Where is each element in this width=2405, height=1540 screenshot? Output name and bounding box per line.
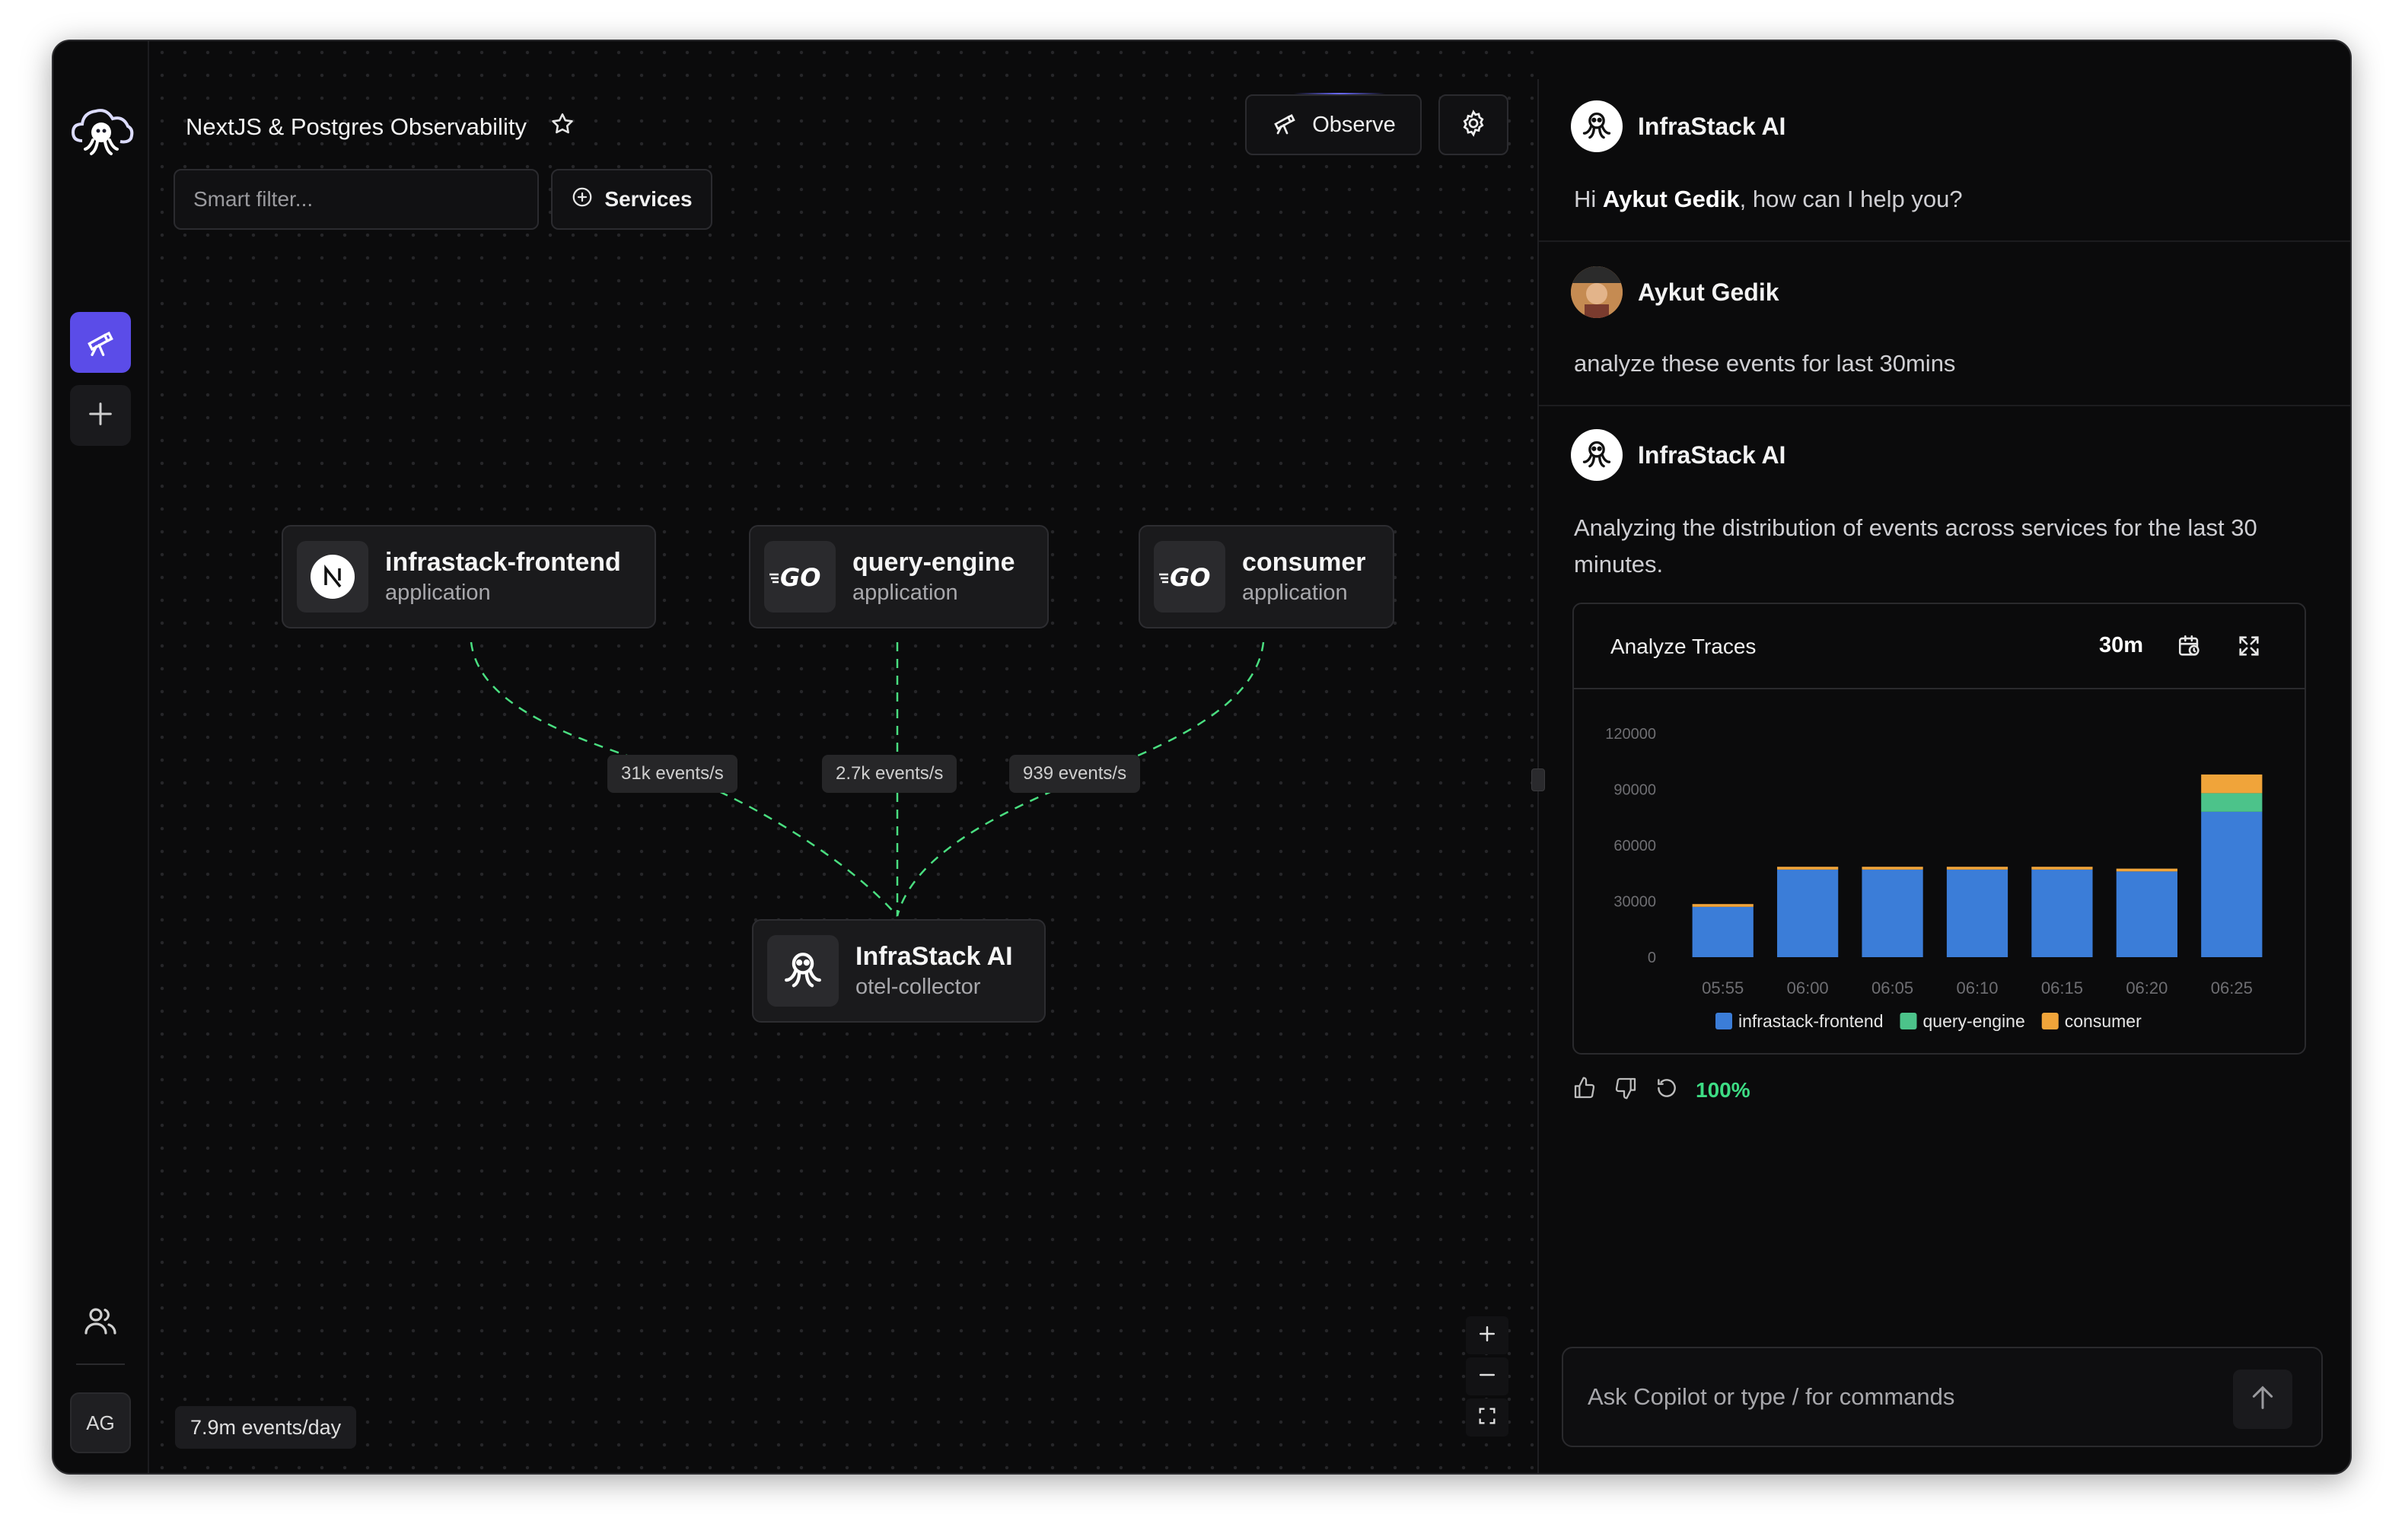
greeting-prefix: Hi — [1574, 186, 1603, 212]
bar-segment-consumer — [2116, 868, 2177, 872]
octopus-icon — [767, 935, 839, 1007]
assistant-message: Analyzing the distribution of events acr… — [1574, 514, 2257, 578]
user-message: analyze these events for last 30mins — [1574, 350, 1956, 377]
zoom-in-button[interactable] — [1466, 1316, 1508, 1354]
copilot-input-placeholder: Ask Copilot or type / for commands — [1588, 1383, 1955, 1410]
x-tick-label: 06:10 — [1956, 978, 1998, 998]
bar-segment-infrastack-frontend — [2116, 871, 2177, 957]
assistant-greeting: Hi Aykut Gedik, how can I help you? — [1574, 181, 2320, 218]
svg-text:GO: GO — [1170, 563, 1210, 592]
regenerate-icon[interactable] — [1655, 1076, 1679, 1104]
chart-card-title: Analyze Traces — [1610, 635, 1757, 658]
app-window: AG NextJS & Postgres Observability Smart… — [52, 40, 2352, 1475]
bar-segment-infrastack-frontend — [1692, 906, 1754, 957]
assistant-avatar — [1571, 100, 1623, 152]
y-tick-label: 30000 — [1613, 894, 1656, 911]
user-message-header: Aykut Gedik — [1571, 266, 1779, 318]
zoom-out-button[interactable] — [1466, 1357, 1508, 1395]
bar-segment-consumer — [1692, 904, 1754, 907]
bar-segment-consumer — [1862, 867, 1923, 870]
x-tick-label: 06:20 — [2126, 978, 2168, 998]
user-avatar — [1571, 266, 1623, 318]
greeting-suffix: , how can I help you? — [1739, 186, 1963, 212]
node-type: application — [852, 581, 958, 605]
events-per-day-badge: 7.9m events/day — [175, 1406, 357, 1449]
node-infrastack-ai[interactable]: InfraStack AI otel-collector — [752, 919, 1046, 1023]
node-consumer[interactable]: GO consumer application — [1139, 525, 1394, 628]
thumbs-down-icon[interactable] — [1613, 1076, 1638, 1104]
bar-segment-infrastack-frontend — [2201, 811, 2263, 957]
x-tick-label: 06:15 — [2041, 978, 2083, 998]
assistant-message-header: InfraStack AI — [1571, 429, 1785, 481]
go-icon: GO — [1154, 541, 1225, 612]
edge-label-frontend: 31k events/s — [607, 755, 737, 793]
bar-segment-infrastack-frontend — [1946, 869, 2008, 957]
send-button[interactable] — [2233, 1370, 2292, 1429]
thumbs-up-icon[interactable] — [1572, 1076, 1597, 1104]
analyze-traces-card: Analyze Traces 30m 0 30000 60000 90000 12000… — [1572, 603, 2306, 1055]
node-name: consumer — [1242, 548, 1366, 577]
bar-segment-query-engine — [2201, 793, 2263, 812]
legend-swatch — [1900, 1013, 1917, 1029]
node-type: application — [385, 581, 491, 605]
legend-label: query-engine — [1922, 1011, 2024, 1031]
plus-icon — [1476, 1322, 1499, 1349]
node-query-engine[interactable]: GO query-engine application — [749, 525, 1049, 628]
feedback-bar: 100% — [1572, 1076, 1750, 1104]
bar-segment-consumer — [1946, 867, 2008, 870]
edge-label-query-engine: 2.7k events/s — [822, 755, 957, 793]
y-tick-label: 60000 — [1613, 838, 1656, 854]
fit-view-button[interactable] — [1466, 1398, 1508, 1437]
edge-label-consumer: 939 events/s — [1009, 755, 1141, 793]
node-type: application — [1242, 581, 1348, 605]
time-range-label[interactable]: 30m — [2099, 633, 2143, 658]
node-name: infrastack-frontend — [385, 548, 621, 577]
node-name: InfraStack AI — [855, 942, 1013, 971]
bar-segment-consumer — [1777, 867, 1839, 870]
legend-label: consumer — [2065, 1011, 2142, 1031]
arrow-up-icon — [2247, 1382, 2278, 1417]
bar-segment-consumer — [2031, 867, 2093, 870]
assistant-message-header: InfraStack AI — [1571, 100, 1785, 152]
fullscreen-icon[interactable] — [2236, 633, 2262, 663]
minus-icon — [1476, 1363, 1499, 1390]
greeting-user-name: Aykut Gedik — [1602, 186, 1740, 212]
confidence-score: 100% — [1696, 1077, 1750, 1102]
node-infrastack-frontend[interactable]: infrastack-frontend application — [282, 525, 656, 628]
stacked-bar-chart: 0 30000 60000 90000 120000 05:55 06:00 06:05 06:… — [1605, 726, 2263, 1031]
copilot-chat-panel: InfraStack AI Hi Aykut Gedik, how can I … — [1539, 41, 2350, 1473]
legend-swatch — [1715, 1013, 1732, 1029]
legend-swatch — [2041, 1013, 2059, 1029]
copilot-input[interactable]: Ask Copilot or type / for commands — [1562, 1347, 2323, 1447]
bar-segment-infrastack-frontend — [1862, 869, 1923, 957]
service-edges — [470, 641, 1265, 917]
y-tick-label: 120000 — [1605, 726, 1656, 743]
assistant-avatar — [1571, 429, 1623, 481]
bar-segment-consumer — [2201, 774, 2263, 794]
node-type: otel-collector — [855, 975, 981, 999]
nextjs-icon — [297, 541, 368, 612]
x-tick-label: 05:55 — [1702, 978, 1744, 998]
x-tick-label: 06:00 — [1787, 978, 1829, 998]
message-separator — [1539, 240, 2350, 242]
bar-segment-infrastack-frontend — [1777, 869, 1839, 957]
calendar-clock-icon[interactable] — [2177, 633, 2203, 663]
x-tick-label: 06:05 — [1871, 978, 1913, 998]
assistant-name: InfraStack AI — [1638, 112, 1786, 140]
x-tick-label: 06:25 — [2211, 978, 2253, 998]
y-tick-label: 0 — [1648, 950, 1656, 966]
message-separator — [1539, 405, 2350, 406]
user-name: Aykut Gedik — [1638, 278, 1779, 306]
bar-segment-infrastack-frontend — [2031, 869, 2093, 957]
chart-card-header: Analyze Traces 30m — [1574, 604, 2305, 689]
assistant-name: InfraStack AI — [1638, 441, 1786, 469]
svg-text:GO: GO — [780, 563, 820, 592]
legend-label: infrastack-frontend — [1738, 1011, 1883, 1031]
expand-icon — [1476, 1405, 1498, 1430]
go-icon: GO — [764, 541, 836, 612]
node-name: query-engine — [852, 548, 1015, 577]
y-tick-label: 90000 — [1613, 782, 1656, 799]
